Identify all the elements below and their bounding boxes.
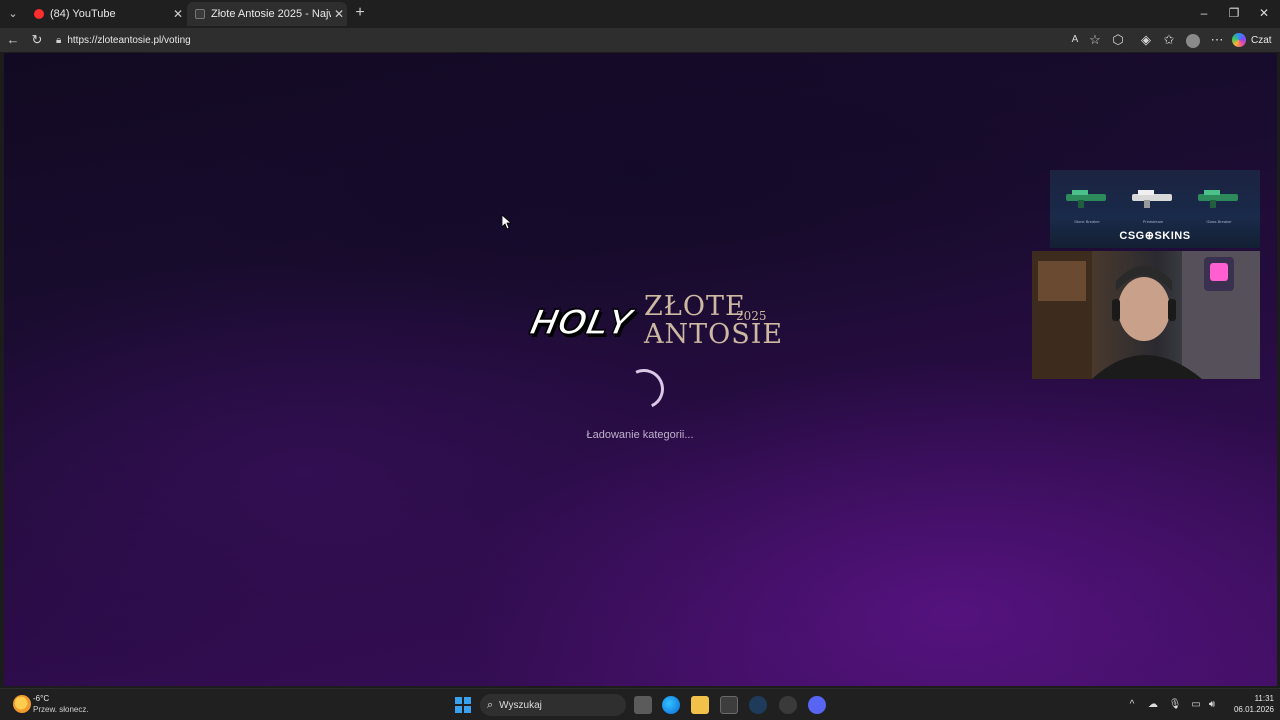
address-bar[interactable]: 🔒︎ https://zloteantosie.pl/voting [50, 30, 1106, 50]
new-tab-plus-icon[interactable]: + [351, 4, 369, 22]
windows-taskbar: -6°C Przew. słonecz. ⌕ Wyszukaj ^ ☁ 🎙︎ ▭… [0, 688, 1280, 720]
copilot-chat-button[interactable]: Czat [1232, 31, 1276, 49]
search-placeholder: Wyszukaj [499, 699, 542, 711]
favorites-icon[interactable]: ✩ [1160, 31, 1178, 49]
browser-essentials-icon[interactable]: ◈ [1137, 31, 1155, 49]
network-icon[interactable]: ▭ [1189, 698, 1203, 712]
back-arrow-icon[interactable]: ← [4, 31, 22, 49]
tab-actions-chevron-icon[interactable]: ⌄ [4, 4, 22, 22]
profile-avatar-icon[interactable] [1184, 31, 1202, 49]
minimize-icon[interactable]: – [1189, 4, 1219, 22]
windows-start-icon[interactable] [455, 697, 471, 713]
file-explorer-icon[interactable] [691, 696, 709, 714]
copilot-icon [1232, 33, 1246, 47]
skin-caption: Glass Breaker [1206, 219, 1232, 224]
loading-text: Ładowanie kategorii... [586, 429, 694, 441]
microsoft-store-icon[interactable] [720, 696, 738, 714]
sponsor-brand: CSG⊕SKINS [1119, 230, 1191, 242]
extensions-icon[interactable]: ⬡ [1109, 31, 1127, 49]
weapon-skin-image [1132, 190, 1172, 208]
tab-strip: ⌄ (84) YouTube ✕ Złote Antosie 2025 - Na… [0, 0, 1280, 28]
close-tab-icon[interactable]: ✕ [170, 7, 186, 21]
discord-icon[interactable] [808, 696, 826, 714]
loading-spinner [618, 363, 670, 415]
show-hidden-icons-chevron-icon[interactable]: ^ [1125, 698, 1139, 712]
task-view-icon[interactable] [634, 696, 652, 714]
tab-zlote-antosie[interactable]: Złote Antosie 2025 - Największy P ✕ [187, 2, 347, 26]
youtube-icon [34, 9, 44, 19]
obs-icon[interactable] [779, 696, 797, 714]
tab-youtube[interactable]: (84) YouTube ✕ [26, 2, 186, 26]
clock-date[interactable]: 06.01.2026 [1226, 705, 1274, 714]
webcam-overlay [1032, 251, 1260, 379]
microphone-icon[interactable]: 🎙︎ [1168, 698, 1182, 712]
lock-icon: 🔒︎ [56, 34, 62, 46]
sponsor-ad-overlay: Stone Breaker Printstream Glass Breaker … [1050, 170, 1260, 248]
favorite-star-icon[interactable]: ☆ [1086, 31, 1104, 49]
edge-browser-icon[interactable] [662, 696, 680, 714]
event-logo: HOLY ZŁOTE 2025 ANTOSIE [514, 291, 782, 355]
clock-time[interactable]: 11:31 [1242, 694, 1274, 703]
browser-toolbar: ← ↻ 🔒︎ https://zloteantosie.pl/voting A … [0, 28, 1280, 52]
weapon-skin-image [1198, 190, 1238, 208]
more-menu-icon[interactable]: ⋯ [1208, 31, 1226, 49]
refresh-icon[interactable]: ↻ [28, 31, 46, 49]
tab-title: (84) YouTube [50, 8, 116, 20]
tab-title: Złote Antosie 2025 - Największy P [211, 8, 331, 20]
read-aloud-icon[interactable]: A [1066, 31, 1084, 49]
taskbar-search-box[interactable]: ⌕ Wyszukaj [480, 694, 626, 716]
search-icon: ⌕ [487, 698, 494, 711]
skin-caption: Printstream [1142, 219, 1164, 224]
streamer-webcam-image [1032, 251, 1260, 379]
weapon-skin-image [1066, 190, 1106, 208]
site-favicon-icon [195, 9, 205, 19]
logo-line2: ANTOSIE [644, 319, 784, 350]
close-window-icon[interactable]: ✕ [1249, 4, 1279, 22]
weather-sun-icon[interactable] [13, 695, 31, 713]
logo-holy: HOLY [526, 300, 637, 342]
weather-temperature[interactable]: -6°C [33, 694, 49, 703]
url-text: https://zloteantosie.pl/voting [67, 34, 191, 46]
restore-icon[interactable]: ❐ [1219, 4, 1249, 22]
onedrive-cloud-icon[interactable]: ☁ [1146, 698, 1160, 712]
logo-line1: ZŁOTE [644, 291, 746, 322]
weather-description[interactable]: Przew. słonecz. [33, 705, 89, 714]
skin-caption: Stone Breaker [1074, 219, 1100, 224]
volume-icon[interactable]: 🔊︎ [1205, 698, 1219, 712]
steam-icon[interactable] [749, 696, 767, 714]
close-tab-icon[interactable]: ✕ [331, 7, 347, 21]
copilot-label: Czat [1251, 34, 1272, 46]
mouse-cursor-icon [502, 215, 512, 229]
page-viewport: HOLY ZŁOTE 2025 ANTOSIE Ładowanie katego… [4, 53, 1277, 686]
